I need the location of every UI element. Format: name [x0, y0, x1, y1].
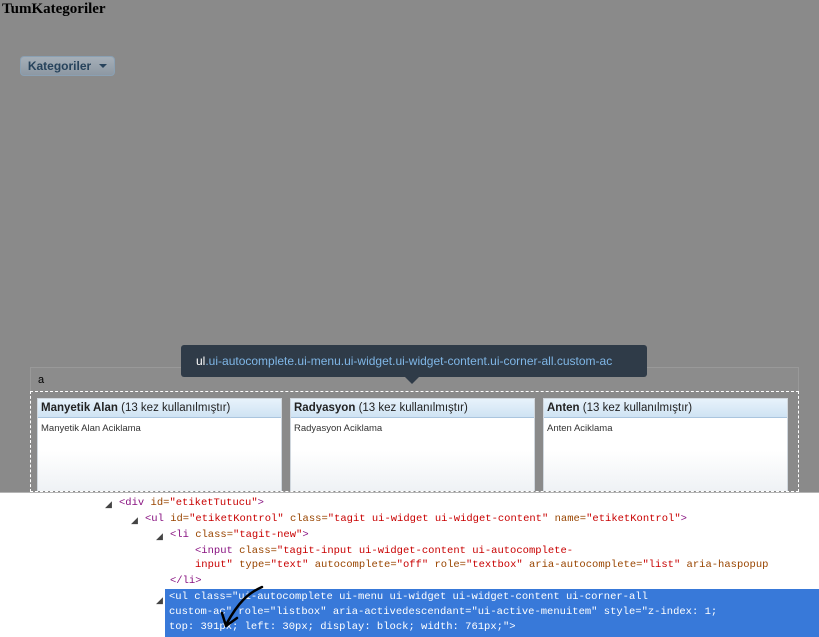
autocomplete-item-radyasyon[interactable]: Radyasyon (13 kez kullanılmıştır) Radyas…	[290, 398, 535, 491]
autocomplete-item-header: Radyasyon (13 kez kullanılmıştır)	[291, 399, 534, 418]
autocomplete-item-name: Anten	[547, 402, 580, 414]
autocomplete-item-name: Radyasyon	[294, 402, 356, 414]
dom-node-input-cont: input" type="text" autocomplete="off" ro…	[195, 559, 769, 571]
hand-drawn-arrow-icon	[220, 585, 264, 628]
autocomplete-item-count: (13 kez kullanılmıştır)	[121, 402, 231, 414]
tooltip-arrow-icon	[405, 377, 419, 384]
expand-triangle-icon[interactable]: ◢	[156, 529, 163, 545]
autocomplete-item-header: Manyetik Alan (13 kez kullanılmıştır)	[38, 399, 281, 418]
dom-node-ul[interactable]: <ul id="etiketKontrol" class="tagit ui-w…	[145, 511, 687, 527]
expand-triangle-icon[interactable]: ◢	[156, 593, 163, 609]
autocomplete-menu: Manyetik Alan (13 kez kullanılmıştır) Ma…	[30, 391, 799, 492]
dom-node-li[interactable]: <li class="tagit-new">	[170, 527, 309, 543]
page-title: TumKategoriler	[2, 1, 106, 17]
element-inspector-tooltip: ul.ui-autocomplete.ui-menu.ui-widget.ui-…	[181, 345, 647, 377]
autocomplete-item-description: Anten Aciklama	[547, 423, 613, 434]
caret-down-icon	[99, 64, 108, 68]
autocomplete-item-name: Manyetik Alan	[41, 402, 118, 414]
autocomplete-item-description: Radyasyon Aciklama	[294, 423, 383, 434]
autocomplete-item-header: Anten (13 kez kullanılmıştır)	[544, 399, 787, 418]
kategoriler-dropdown-button[interactable]: Kategoriler	[20, 56, 115, 76]
autocomplete-item-manyetik-alan[interactable]: Manyetik Alan (13 kez kullanılmıştır) Ma…	[37, 398, 282, 491]
expand-triangle-icon[interactable]: ◢	[131, 513, 138, 529]
devtools-elements-panel: ◢ <div id="etiketTutucu"> ◢ <ul id="etik…	[0, 492, 819, 637]
autocomplete-item-count: (13 kez kullanılmıştır)	[358, 402, 468, 414]
dom-node-li-close[interactable]: </li>	[170, 573, 202, 589]
tooltip-classes: .ui-autocomplete.ui-menu.ui-widget.ui-wi…	[205, 354, 613, 368]
kategoriler-button-label: Kategoriler	[27, 59, 92, 73]
tag-input-value: a	[38, 374, 45, 386]
dom-node-div[interactable]: <div id="etiketTutucu">	[119, 495, 264, 511]
autocomplete-item-anten[interactable]: Anten (13 kez kullanılmıştır) Anten Acik…	[543, 398, 788, 491]
expand-triangle-icon[interactable]: ◢	[105, 497, 112, 513]
tooltip-tag: ul	[196, 354, 206, 368]
autocomplete-item-count: (13 kez kullanılmıştır)	[582, 402, 693, 414]
autocomplete-item-description: Manyetik Alan Aciklama	[41, 423, 141, 434]
